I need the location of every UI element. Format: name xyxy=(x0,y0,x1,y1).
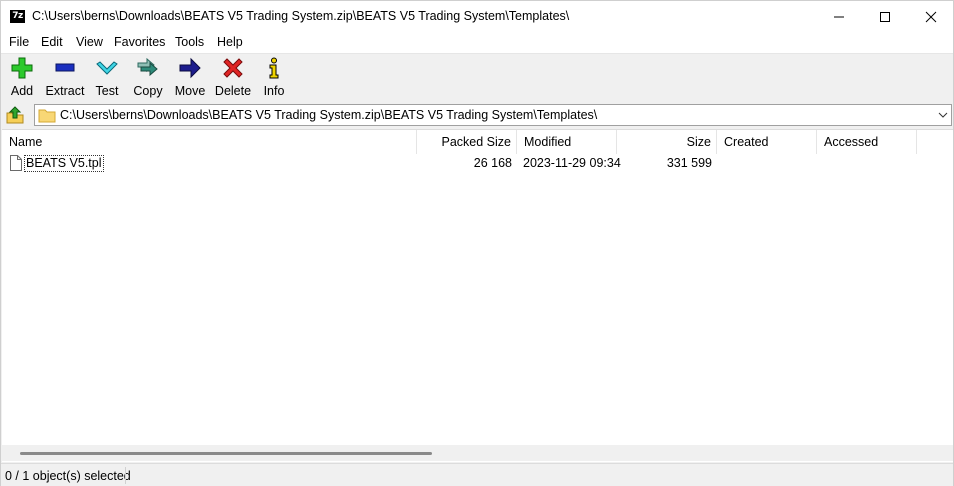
copy-button[interactable]: Copy xyxy=(132,56,164,100)
file-created xyxy=(723,154,818,173)
column-header-accessed[interactable]: Accessed xyxy=(817,130,917,154)
status-bar: 0 / 1 object(s) selected xyxy=(1,463,953,486)
plus-icon xyxy=(11,57,33,79)
menu-bar: File Edit View Favorites Tools Help xyxy=(1,33,953,54)
copy-label: Copy xyxy=(133,84,163,98)
selection-status: 0 / 1 object(s) selected xyxy=(5,469,131,483)
address-path: C:\Users\berns\Downloads\BEATS V5 Tradin… xyxy=(60,108,598,122)
info-button[interactable]: Info xyxy=(262,56,286,100)
file-size: 331 599 xyxy=(666,156,712,170)
app-window: 7z C:\Users\berns\Downloads\BEATS V5 Tra… xyxy=(0,0,954,486)
menu-tools[interactable]: Tools xyxy=(175,35,204,49)
file-modified: 2023-11-29 09:34 xyxy=(523,156,621,170)
info-icon xyxy=(269,57,279,79)
delete-label: Delete xyxy=(214,84,252,98)
scrollbar-thumb[interactable] xyxy=(20,452,432,455)
add-label: Add xyxy=(10,84,34,98)
window-title: C:\Users\berns\Downloads\BEATS V5 Tradin… xyxy=(32,9,570,23)
menu-favorites[interactable]: Favorites xyxy=(114,35,165,49)
folder-up-icon xyxy=(6,106,24,124)
x-icon xyxy=(223,58,243,78)
add-button[interactable]: Add xyxy=(8,56,36,100)
column-header-created[interactable]: Created xyxy=(717,130,817,154)
menu-file[interactable]: File xyxy=(9,35,29,49)
minimize-button[interactable] xyxy=(816,1,862,33)
file-list[interactable]: Name Packed Size Modified Size Created A… xyxy=(2,129,953,462)
extract-button[interactable]: Extract xyxy=(44,56,86,100)
extract-label: Extract xyxy=(45,84,85,98)
minus-icon xyxy=(55,63,75,72)
column-header-size[interactable]: Size xyxy=(617,130,717,154)
minimize-icon xyxy=(834,16,844,18)
delete-button[interactable]: Delete xyxy=(214,56,252,100)
file-accessed xyxy=(823,154,918,173)
maximize-icon xyxy=(880,12,890,22)
folder-icon xyxy=(38,109,56,123)
maximize-button[interactable] xyxy=(862,1,908,33)
address-row: C:\Users\berns\Downloads\BEATS V5 Tradin… xyxy=(1,103,953,128)
app-icon: 7z xyxy=(10,10,25,23)
column-header-modified[interactable]: Modified xyxy=(517,130,617,154)
chevron-down-icon[interactable] xyxy=(938,110,948,120)
menu-edit[interactable]: Edit xyxy=(41,35,63,49)
title-bar[interactable]: 7z C:\Users\berns\Downloads\BEATS V5 Tra… xyxy=(1,1,953,33)
move-button[interactable]: Move xyxy=(173,56,207,100)
checkmark-icon xyxy=(96,61,118,75)
status-divider xyxy=(125,467,126,484)
test-button[interactable]: Test xyxy=(93,56,121,100)
horizontal-scrollbar[interactable] xyxy=(2,445,953,461)
column-header-name[interactable]: Name xyxy=(2,130,417,154)
table-row[interactable]: BEATS V5.tpl 26 168 2023-11-29 09:34 331… xyxy=(2,154,953,173)
close-icon xyxy=(925,11,937,23)
column-header-packed-size[interactable]: Packed Size xyxy=(417,130,517,154)
arrow-right-icon xyxy=(179,57,201,79)
double-arrow-icon xyxy=(137,57,158,77)
toolbar: Add Extract Test Copy Move Delete Info xyxy=(1,54,953,102)
file-icon xyxy=(10,155,22,171)
info-label: Info xyxy=(263,84,285,98)
file-packed-size: 26 168 xyxy=(473,156,512,170)
menu-view[interactable]: View xyxy=(76,35,103,49)
address-bar[interactable]: C:\Users\berns\Downloads\BEATS V5 Tradin… xyxy=(34,104,952,126)
file-name[interactable]: BEATS V5.tpl xyxy=(24,155,104,172)
close-button[interactable] xyxy=(908,1,954,33)
move-label: Move xyxy=(174,84,206,98)
test-label: Test xyxy=(95,84,119,98)
menu-help[interactable]: Help xyxy=(217,35,243,49)
up-folder-button[interactable] xyxy=(5,105,27,127)
